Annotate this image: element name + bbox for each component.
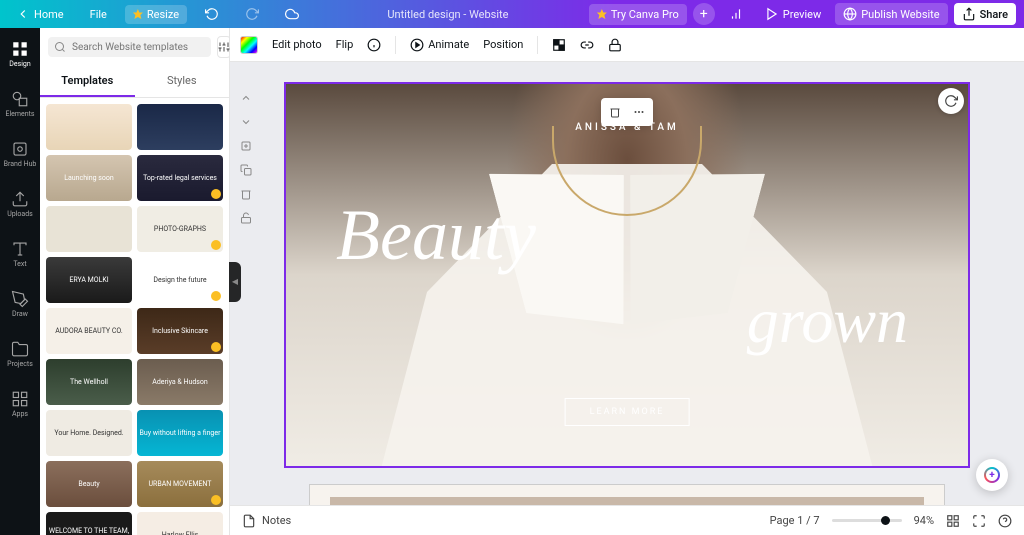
preview-button[interactable]: Preview — [757, 3, 829, 25]
template-thumbnail[interactable]: Harlow Ellis — [137, 512, 223, 535]
rail-brandhub[interactable]: Brand Hub — [4, 136, 37, 172]
page-tools — [238, 90, 254, 226]
rail-text[interactable]: Text — [11, 236, 29, 272]
redo-button[interactable] — [237, 3, 267, 25]
brand-name-text[interactable]: ANISSA & TAM — [575, 122, 678, 133]
page-up-icon[interactable] — [238, 90, 254, 106]
home-button[interactable]: Home — [8, 3, 72, 25]
pro-badge-icon — [211, 291, 221, 301]
pro-badge-icon — [211, 495, 221, 505]
template-thumbnail[interactable]: Inclusive Skincare — [137, 308, 223, 354]
templates-grid: Launching soonTop-rated legal services PH… — [40, 98, 229, 535]
rail-elements[interactable]: Elements — [5, 86, 34, 122]
rail-uploads[interactable]: Uploads — [7, 186, 33, 222]
template-thumbnail[interactable]: Top-rated legal services — [137, 155, 223, 201]
animate-button[interactable]: Animate — [410, 38, 469, 52]
more-element-icon[interactable] — [629, 102, 649, 122]
resize-button[interactable]: Resize — [125, 5, 187, 24]
home-label: Home — [34, 8, 64, 21]
transparency-button[interactable] — [552, 38, 566, 52]
top-bar: Home File Resize Untitled design - Websi… — [0, 0, 1024, 28]
page-down-icon[interactable] — [238, 114, 254, 130]
crown-icon — [133, 9, 143, 19]
template-thumbnail[interactable]: The Wellholl — [46, 359, 132, 405]
lock-button[interactable] — [608, 38, 622, 52]
hide-page-icon[interactable] — [238, 210, 254, 226]
template-thumbnail[interactable]: ERYA MOLKI — [46, 257, 132, 303]
edit-photo-button[interactable]: Edit photo — [272, 38, 322, 51]
crown-icon — [597, 9, 607, 19]
notes-button[interactable]: Notes — [242, 514, 291, 528]
template-thumbnail[interactable]: AUDORA BEAUTY CO. — [46, 308, 132, 354]
pro-badge-icon — [211, 189, 221, 199]
search-icon — [54, 41, 66, 53]
delete-element-icon[interactable] — [605, 102, 625, 122]
color-picker[interactable] — [240, 36, 258, 54]
context-toolbar: Edit photo Flip Animate Position — [230, 28, 1024, 62]
page2-content — [330, 497, 924, 505]
template-thumbnail[interactable]: Buy without lifting a finger — [137, 410, 223, 456]
flip-button[interactable]: Flip — [336, 38, 354, 51]
template-thumbnail[interactable]: Beauty — [46, 461, 132, 507]
share-button[interactable]: Share — [954, 3, 1016, 25]
tab-styles[interactable]: Styles — [135, 66, 230, 97]
template-thumbnail[interactable]: Aderiya & Hudson — [137, 359, 223, 405]
position-button[interactable]: Position — [483, 38, 523, 51]
ai-fab-button[interactable] — [976, 459, 1008, 491]
link-button[interactable] — [580, 38, 594, 52]
file-menu[interactable]: File — [82, 4, 115, 25]
duplicate-page-icon[interactable] — [238, 162, 254, 178]
cloud-status-icon[interactable] — [277, 3, 307, 25]
search-box[interactable] — [48, 37, 211, 57]
add-page-icon[interactable] — [238, 138, 254, 154]
fullscreen-icon[interactable] — [972, 514, 986, 528]
tab-templates[interactable]: Templates — [40, 66, 135, 97]
insights-button[interactable] — [721, 3, 751, 25]
template-thumbnail[interactable]: Your Home. Designed. — [46, 410, 132, 456]
page-indicator[interactable]: Page 1 / 7 — [770, 514, 820, 527]
zoom-slider[interactable] — [832, 519, 902, 522]
pro-badge-icon — [211, 342, 221, 352]
template-thumbnail[interactable]: Design the future — [137, 257, 223, 303]
bottom-bar: Notes Page 1 / 7 94% — [230, 505, 1024, 535]
headline-word-2[interactable]: grown — [747, 284, 908, 358]
rail-design[interactable]: Design — [9, 36, 30, 72]
add-button[interactable]: + — [693, 3, 715, 25]
design-canvas-page-2[interactable] — [309, 484, 945, 505]
template-thumbnail[interactable] — [46, 206, 132, 252]
template-thumbnail[interactable]: URBAN MOVEMENT — [137, 461, 223, 507]
help-icon[interactable] — [998, 514, 1012, 528]
headline-word-1[interactable]: Beauty — [336, 194, 536, 277]
side-panel: Templates Styles Launching soonTop-rated… — [40, 28, 230, 535]
search-settings-button[interactable] — [217, 36, 231, 58]
document-title[interactable]: Untitled design - Website — [307, 8, 589, 21]
design-canvas-page-1[interactable]: ANISSA & TAM Beauty grown LEARN MORE — [284, 82, 970, 468]
delete-page-icon[interactable] — [238, 186, 254, 202]
try-pro-button[interactable]: Try Canva Pro — [589, 4, 687, 25]
learn-more-button[interactable]: LEARN MORE — [565, 398, 690, 426]
template-thumbnail[interactable]: Launching soon — [46, 155, 132, 201]
publish-button[interactable]: Publish Website — [835, 3, 947, 25]
undo-button[interactable] — [197, 3, 227, 25]
info-button[interactable] — [367, 38, 381, 52]
template-thumbnail[interactable]: WELCOME TO THE TEAM, DONNA! — [46, 512, 132, 535]
refresh-page-icon[interactable] — [938, 88, 964, 114]
rail-apps[interactable]: Apps — [11, 386, 29, 422]
zoom-value[interactable]: 94% — [914, 514, 934, 527]
rail-draw[interactable]: Draw — [11, 286, 29, 322]
template-thumbnail[interactable] — [46, 104, 132, 150]
grid-view-icon[interactable] — [946, 514, 960, 528]
search-input[interactable] — [72, 42, 205, 53]
pro-badge-icon — [211, 240, 221, 250]
canvas-area: ◀ Edit photo Flip Animate Position — [230, 28, 1024, 535]
rail-projects[interactable]: Projects — [7, 336, 33, 372]
template-thumbnail[interactable] — [137, 104, 223, 150]
template-thumbnail[interactable]: PHOTO-GRAPHS — [137, 206, 223, 252]
left-rail: Design Elements Brand Hub Uploads Text D… — [0, 28, 40, 535]
